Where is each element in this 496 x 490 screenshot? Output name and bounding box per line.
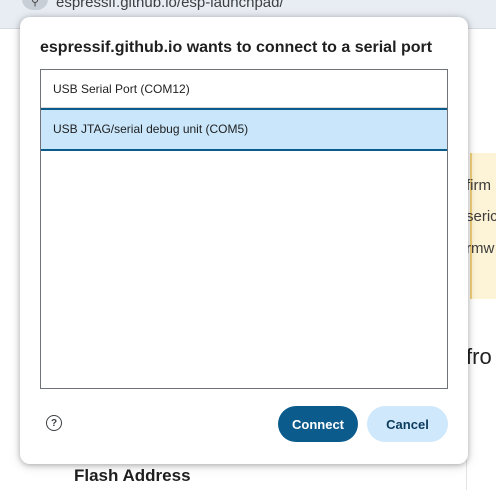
warning-banner [470, 153, 496, 299]
serial-port-list[interactable]: USB Serial Port (COM12) USB JTAG/serial … [40, 69, 448, 389]
connect-button[interactable]: Connect [278, 406, 358, 442]
warning-text-line: rmw [466, 240, 495, 257]
cancel-button[interactable]: Cancel [367, 406, 448, 442]
port-item-com5[interactable]: USB JTAG/serial debug unit (COM5) [41, 108, 447, 151]
warning-text-line: seric [466, 208, 496, 225]
dialog-title: espressif.github.io wants to connect to … [40, 39, 433, 56]
warning-text-line: firm [466, 177, 491, 194]
help-icon[interactable]: ? [46, 415, 62, 431]
flash-address-label: Flash Address [74, 466, 191, 485]
page-url[interactable]: espressif.github.io/esp-launchpad/ [56, 0, 284, 11]
serial-port-dialog: espressif.github.io wants to connect to … [20, 17, 468, 464]
site-info-icon[interactable]: ⚲ [22, 0, 48, 10]
section-heading: fro [466, 344, 492, 369]
port-item-com12[interactable]: USB Serial Port (COM12) [41, 70, 447, 108]
